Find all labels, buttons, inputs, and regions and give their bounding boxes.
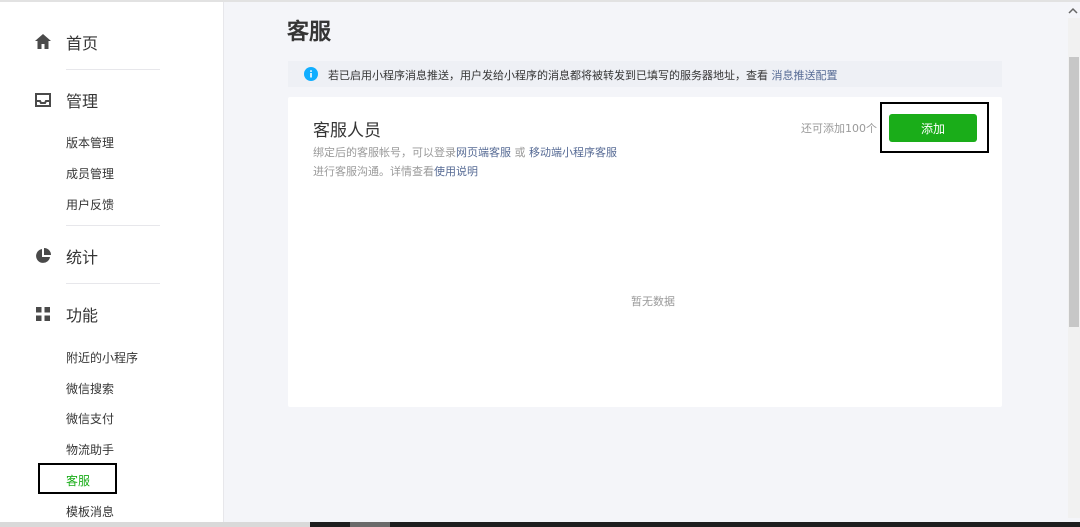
sidebar-item-template-message[interactable]: 模板消息 — [66, 504, 114, 520]
sidebar-item-label: 功能 — [66, 306, 99, 325]
scrollbar-thumb[interactable] — [1069, 57, 1079, 327]
taskbar-segment — [350, 522, 390, 527]
mobile-customer-service-link[interactable]: 移动端小程序客服 — [529, 146, 617, 159]
sidebar-item-members[interactable]: 成员管理 — [66, 166, 114, 182]
quota-text: 还可添加100个 — [801, 122, 877, 135]
scroll-up-arrow-icon[interactable] — [1068, 6, 1078, 16]
divider — [66, 69, 160, 70]
home-icon — [35, 34, 51, 49]
pie-chart-icon — [36, 248, 51, 263]
taskbar-strip — [0, 522, 1080, 527]
desc-text: 绑定后的客服帐号，可以登录 — [313, 146, 456, 159]
usage-guide-link[interactable]: 使用说明 — [434, 165, 478, 178]
desc-text-line2: 进行客服沟通。详情查看 — [313, 165, 434, 178]
divider — [66, 225, 160, 226]
notice-bar: 若已启用小程序消息推送，用户发给小程序的消息都将被转发到已填写的服务器地址，查看… — [288, 61, 1002, 87]
grid-icon — [36, 307, 50, 321]
sidebar-item-home[interactable]: 首页 — [0, 27, 224, 57]
sidebar-item-logistics[interactable]: 物流助手 — [66, 442, 114, 458]
card-description: 绑定后的客服帐号，可以登录网页端客服 或 移动端小程序客服 进行客服沟通。详情查… — [313, 143, 617, 181]
sidebar-item-wechat-search[interactable]: 微信搜索 — [66, 381, 114, 397]
divider — [66, 283, 160, 284]
sidebar-item-label: 首页 — [66, 34, 99, 53]
desc-or: 或 — [511, 146, 529, 159]
highlight-box-add-button — [880, 102, 989, 153]
sidebar-item-manage[interactable]: 管理 — [0, 85, 224, 115]
message-push-config-link[interactable]: 消息推送配置 — [772, 69, 838, 82]
sidebar-item-features[interactable]: 功能 — [0, 299, 224, 329]
sidebar-item-wechat-pay[interactable]: 微信支付 — [66, 411, 114, 427]
sidebar: 首页 管理 版本管理 成员管理 用户反馈 统计 功能 附近的小程序 微信搜索 微… — [0, 2, 224, 522]
sidebar-item-feedback[interactable]: 用户反馈 — [66, 197, 114, 213]
inbox-icon — [35, 93, 51, 107]
empty-state: 暂无数据 — [631, 295, 675, 308]
sidebar-item-label: 管理 — [66, 92, 99, 111]
page-title: 客服 — [287, 20, 332, 45]
notice-text: 若已启用小程序消息推送，用户发给小程序的消息都将被转发到已填写的服务器地址，查看… — [328, 67, 838, 83]
notice-message: 若已启用小程序消息推送，用户发给小程序的消息都将被转发到已填写的服务器地址，查看 — [328, 69, 772, 82]
taskbar-segment — [0, 522, 310, 527]
sidebar-item-version[interactable]: 版本管理 — [66, 135, 114, 151]
info-icon — [304, 67, 318, 81]
card-title: 客服人员 — [313, 121, 381, 141]
highlight-box-customer-service — [38, 463, 117, 494]
web-customer-service-link[interactable]: 网页端客服 — [456, 146, 511, 159]
sidebar-item-nearby[interactable]: 附近的小程序 — [66, 350, 138, 366]
sidebar-item-label: 统计 — [66, 248, 99, 267]
sidebar-item-stats[interactable]: 统计 — [0, 241, 224, 271]
